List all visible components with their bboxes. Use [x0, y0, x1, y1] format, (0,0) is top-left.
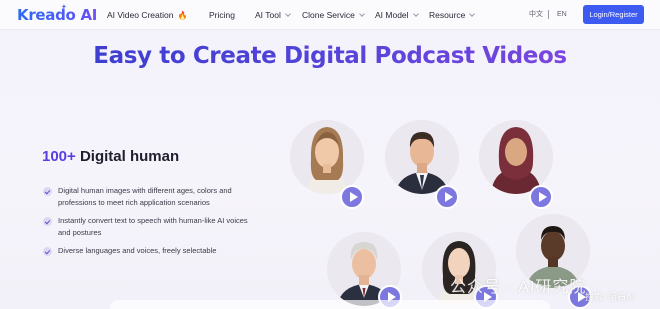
avatar-woman-hijab[interactable] — [479, 120, 553, 194]
lang-zh[interactable]: 中文 — [529, 10, 543, 20]
top-nav: Kreado AI ✦ AI Video Creation 🔥 Pricing A… — [0, 0, 660, 30]
nav-ai-tool[interactable]: AI Tool — [255, 9, 291, 21]
play-button[interactable] — [340, 185, 364, 209]
avatar-woman-hijab-portrait — [479, 120, 553, 194]
watermark-subtext: 搜索: 陌石AI — [585, 292, 635, 302]
avatar-woman-blonde[interactable] — [290, 120, 364, 194]
nav-item-label: Resource — [429, 10, 466, 20]
avatar-man-suit-portrait — [385, 120, 459, 194]
watermark-text: 公众号 · AI研究院 — [450, 279, 587, 296]
nav-item-label: AI Video Creation — [107, 10, 174, 20]
bullet-text: Instantly convert text to speech with hu… — [58, 216, 248, 237]
nav-clone-service[interactable]: Clone Service — [302, 9, 365, 21]
bullet-text: Diverse languages and voices, freely sel… — [58, 246, 217, 255]
fire-icon: 🔥 — [177, 11, 188, 20]
avatar-woman-blonde-portrait — [290, 120, 364, 194]
feature-title-highlight: 100+ — [42, 148, 76, 165]
chevron-down-icon — [359, 11, 365, 17]
lang-en[interactable]: EN — [557, 10, 567, 20]
page-title: Easy to Create Digital Podcast Videos — [0, 42, 660, 70]
nav-resource[interactable]: Resource — [429, 9, 476, 21]
chevron-down-icon — [412, 11, 419, 17]
avatar-man-suit[interactable] — [385, 120, 459, 194]
page-title-text: Easy to Create Digital Podcast Videos — [93, 43, 567, 69]
bullet-text: Digital human images with different ages… — [58, 186, 232, 207]
lang-divider — [548, 10, 549, 19]
nav-item-label: AI Tool — [255, 10, 281, 20]
nav-pricing[interactable]: Pricing — [209, 9, 235, 21]
nav-ai-model[interactable]: AI Model — [375, 9, 419, 21]
play-button[interactable] — [435, 185, 459, 209]
nav-item-label: Pricing — [209, 10, 235, 20]
check-icon — [43, 247, 52, 256]
nav-item-label: AI Model — [375, 10, 409, 20]
check-icon — [43, 187, 52, 196]
chevron-down-icon — [285, 11, 291, 17]
logo-star-icon: ✦ — [61, 4, 67, 11]
nav-ai-video-creation[interactable]: AI Video Creation 🔥 — [107, 9, 187, 22]
nav-item-label: Clone Service — [302, 10, 355, 20]
play-button[interactable] — [529, 185, 553, 209]
feature-title-rest: Digital human — [75, 148, 180, 165]
chevron-down-icon — [469, 11, 476, 17]
bottom-fade-divider — [110, 300, 550, 309]
kreado-logo[interactable]: Kreado AI — [17, 5, 97, 25]
feature-title: 100+ Digital human — [42, 148, 179, 166]
check-icon — [43, 217, 52, 226]
login-register-button[interactable]: Login/Register — [583, 5, 644, 24]
